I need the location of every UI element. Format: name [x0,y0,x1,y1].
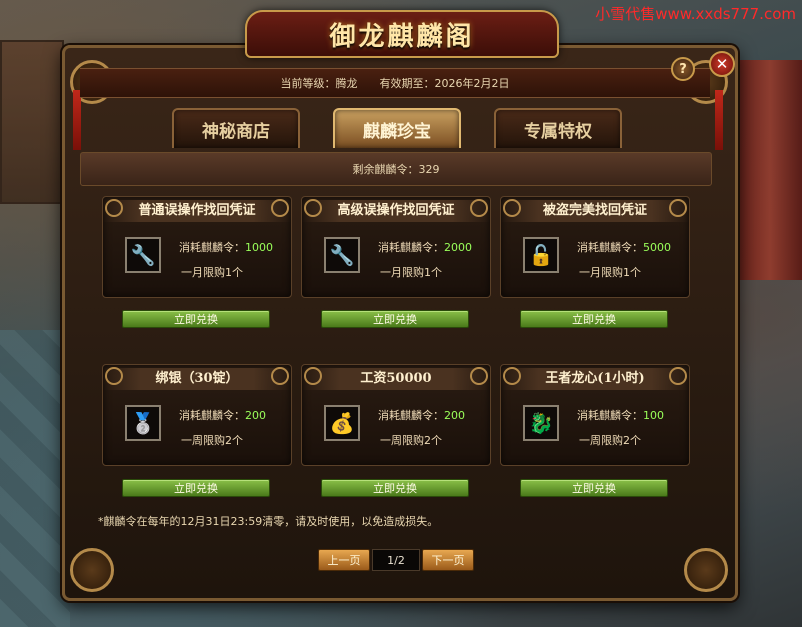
cost-label: 消耗麒麟令： [577,409,643,422]
remaining-tokens: 剩余麒麟令：329 [352,163,440,176]
item-card: 普通误操作找回凭证 🔧 消耗麒麟令：1000 一月限购1个 [102,196,292,298]
item-cost: 消耗麒麟令：1000 [179,239,273,255]
item-name: 王者龙心(1小时) [501,368,689,390]
panel-title: 御龙麒麟阁 [329,21,475,52]
redeem-button[interactable]: 立即兑换 [520,310,668,328]
token-expiry-note: *麒麟令在每年的12月31日23:59清零，请及时使用，以免造成损失。 [98,515,439,528]
purchase-limit: 一月限购1个 [579,266,641,279]
cost-value: 100 [643,409,664,422]
card-corner-ornament [304,367,322,385]
remaining-tokens-bar: 剩余麒麟令：329 [80,152,712,186]
cost-value: 200 [444,409,465,422]
item-cost: 消耗麒麟令：5000 [577,239,671,255]
card-corner-ornament [271,199,289,217]
purchase-limit: 一周限购2个 [181,434,243,447]
item-cost: 消耗麒麟令：200 [179,407,266,423]
cost-label: 消耗麒麟令： [179,409,245,422]
item-name: 高级误操作找回凭证 [302,200,490,222]
cost-value: 1000 [245,241,273,254]
help-button[interactable]: ? [671,57,695,81]
item-cost: 消耗麒麟令：2000 [378,239,472,255]
purchase-limit: 一周限购2个 [579,434,641,447]
item-cost: 消耗麒麟令：200 [378,407,465,423]
card-corner-ornament [271,367,289,385]
silver-ingot-icon[interactable]: 🥈 [125,405,161,441]
card-corner-ornament [503,199,521,217]
tab-exclusive-privilege[interactable]: 专属特权 [494,108,622,148]
item-name: 被盗完美找回凭证 [501,200,689,222]
redeem-button[interactable]: 立即兑换 [321,479,469,497]
gold-coins-icon[interactable]: 💰 [324,405,360,441]
background-table [0,40,64,204]
expiry-date: 有效期至：2026年2月2日 [379,77,510,90]
card-corner-ornament [470,199,488,217]
item-name: 工资50000 [302,368,490,390]
redeem-button[interactable]: 立即兑换 [520,479,668,497]
background-pillar [738,60,802,280]
cost-label: 消耗麒麟令： [179,241,245,254]
item-card: 高级误操作找回凭证 🔧 消耗麒麟令：2000 一月限购1个 [301,196,491,298]
card-corner-ornament [105,199,123,217]
item-name: 普通误操作找回凭证 [103,200,291,222]
cost-value: 5000 [643,241,671,254]
cost-value: 200 [245,409,266,422]
purchase-limit: 一月限购1个 [380,266,442,279]
tassel-ornament [715,90,723,150]
membership-info-bar: 当前等级：腾龙 有效期至：2026年2月2日 [80,68,710,98]
page-indicator: 1/2 [372,549,420,571]
current-level: 当前等级：腾龙 [280,77,358,90]
redeem-button[interactable]: 立即兑换 [122,479,270,497]
card-corner-ornament [470,367,488,385]
item-name: 绑银（30锭） [103,368,291,390]
redeem-button[interactable]: 立即兑换 [122,310,270,328]
cost-label: 消耗麒麟令： [577,241,643,254]
watermark-text: 小雪代售www.xxds777.com [595,5,796,23]
purchase-limit: 一周限购2个 [380,434,442,447]
cost-label: 消耗麒麟令： [378,409,444,422]
next-page-button[interactable]: 下一页 [422,549,474,571]
item-cost: 消耗麒麟令：100 [577,407,664,423]
corner-ornament [684,548,728,592]
redeem-button[interactable]: 立即兑换 [321,310,469,328]
close-button[interactable]: ✕ [709,51,735,77]
tab-bar: 神秘商店 麒麟珍宝 专属特权 [80,108,710,148]
card-corner-ornament [669,367,687,385]
card-corner-ornament [669,199,687,217]
item-card: 工资50000 💰 消耗麒麟令：200 一周限购2个 [301,364,491,466]
item-card: 王者龙心(1小时) 🐉 消耗麒麟令：100 一周限购2个 [500,364,690,466]
panel-title-plate: 御龙麒麟阁 [245,10,559,58]
padlock-icon[interactable]: 🔓 [523,237,559,273]
card-corner-ornament [304,199,322,217]
background-floor [0,330,70,627]
tab-mystery-shop[interactable]: 神秘商店 [172,108,300,148]
wrench-icon[interactable]: 🔧 [324,237,360,273]
item-card: 被盗完美找回凭证 🔓 消耗麒麟令：5000 一月限购1个 [500,196,690,298]
item-card: 绑银（30锭） 🥈 消耗麒麟令：200 一周限购2个 [102,364,292,466]
tab-qilin-treasure[interactable]: 麒麟珍宝 [333,108,461,148]
corner-ornament [70,548,114,592]
cost-label: 消耗麒麟令： [378,241,444,254]
card-corner-ornament [105,367,123,385]
wrench-icon[interactable]: 🔧 [125,237,161,273]
dragon-heart-icon[interactable]: 🐉 [523,405,559,441]
cost-value: 2000 [444,241,472,254]
card-corner-ornament [503,367,521,385]
prev-page-button[interactable]: 上一页 [318,549,370,571]
purchase-limit: 一月限购1个 [181,266,243,279]
